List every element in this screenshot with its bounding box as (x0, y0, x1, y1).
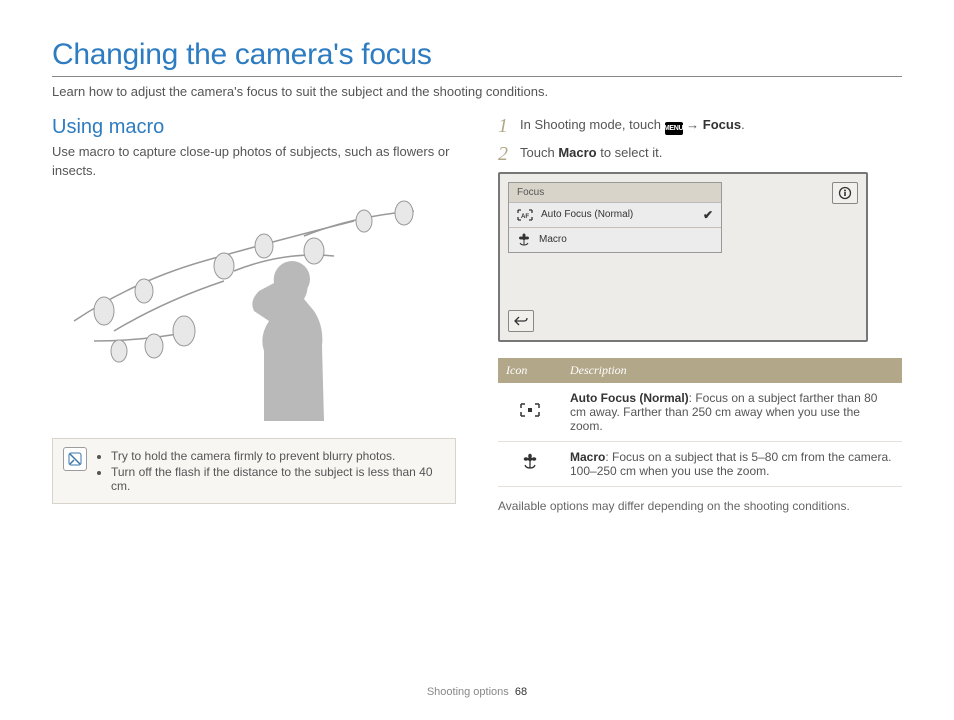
menu-item-label: Macro (539, 234, 567, 245)
macro-icon (521, 453, 539, 471)
menu-item-label: Auto Focus (Normal) (541, 209, 633, 220)
step-2: 2 Touch Macro to select it. (498, 144, 902, 164)
right-column: 1 In Shooting mode, touch MENU → Focus. … (498, 116, 902, 513)
footer-section: Shooting options (427, 686, 509, 698)
table-header-description: Description (562, 358, 902, 383)
macro-label: Macro (558, 145, 596, 160)
menu-title: Focus (509, 183, 721, 203)
subheading-using-macro: Using macro (52, 116, 456, 139)
step-1-text: In Shooting mode, touch MENU → Focus. (520, 116, 745, 136)
table-row: Macro: Focus on a subject that is 5–80 c… (498, 441, 902, 486)
step-number: 1 (498, 116, 512, 136)
text-fragment: Macro (570, 450, 605, 464)
tip-item: Try to hold the camera firmly to prevent… (111, 449, 445, 463)
check-icon: ✔ (703, 208, 713, 222)
manual-page: Changing the camera's focus Learn how to… (0, 0, 954, 720)
availability-note: Available options may differ depending o… (498, 499, 902, 513)
title-rule (52, 76, 902, 77)
focus-menu: Focus AF Auto Focus (Normal) ✔ Macro (508, 182, 722, 253)
menu-icon: MENU (665, 122, 683, 135)
text-fragment: Auto Focus (Normal) (570, 391, 689, 405)
footer-page-number: 68 (515, 686, 527, 698)
left-column: Using macro Use macro to capture close-u… (52, 116, 456, 513)
step-number: 2 (498, 144, 512, 164)
menu-item-macro[interactable]: Macro (509, 228, 721, 252)
autofocus-icon (520, 403, 540, 417)
lead-text: Learn how to adjust the camera's focus t… (52, 83, 902, 102)
macro-description: Use macro to capture close-up photos of … (52, 143, 456, 181)
table-row: Auto Focus (Normal): Focus on a subject … (498, 383, 902, 442)
camera-screen: Focus AF Auto Focus (Normal) ✔ Macro (498, 172, 868, 342)
arrow-icon: → (686, 117, 699, 132)
back-button[interactable] (508, 310, 534, 332)
text-fragment: to select it. (597, 145, 663, 160)
step-2-text: Touch Macro to select it. (520, 144, 662, 163)
cell-description: Auto Focus (Normal): Focus on a subject … (562, 383, 902, 442)
page-footer: Shooting options 68 (0, 686, 954, 698)
focus-label: Focus (703, 117, 741, 132)
text-fragment: In Shooting mode, touch (520, 117, 665, 132)
svg-text:AF: AF (521, 214, 529, 220)
tip-box: Try to hold the camera firmly to prevent… (52, 438, 456, 504)
step-1: 1 In Shooting mode, touch MENU → Focus. (498, 116, 902, 136)
focus-description-table: Icon Description Auto Focus (Normal): Fo… (498, 358, 902, 487)
macro-icon (517, 233, 531, 247)
autofocus-icon: AF (517, 209, 533, 221)
tip-item: Turn off the flash if the distance to th… (111, 465, 445, 493)
page-title: Changing the camera's focus (52, 38, 902, 72)
cell-icon (498, 383, 562, 442)
menu-item-autofocus[interactable]: AF Auto Focus (Normal) ✔ (509, 203, 721, 228)
info-button[interactable] (832, 182, 858, 204)
note-icon (63, 447, 87, 471)
text-fragment: . (741, 117, 745, 132)
text-fragment: Touch (520, 145, 558, 160)
text-fragment: : Focus on a subject that is 5–80 cm fro… (570, 450, 891, 478)
table-header-icon: Icon (498, 358, 562, 383)
cell-icon (498, 441, 562, 486)
cell-description: Macro: Focus on a subject that is 5–80 c… (562, 441, 902, 486)
macro-illustration (52, 191, 456, 421)
